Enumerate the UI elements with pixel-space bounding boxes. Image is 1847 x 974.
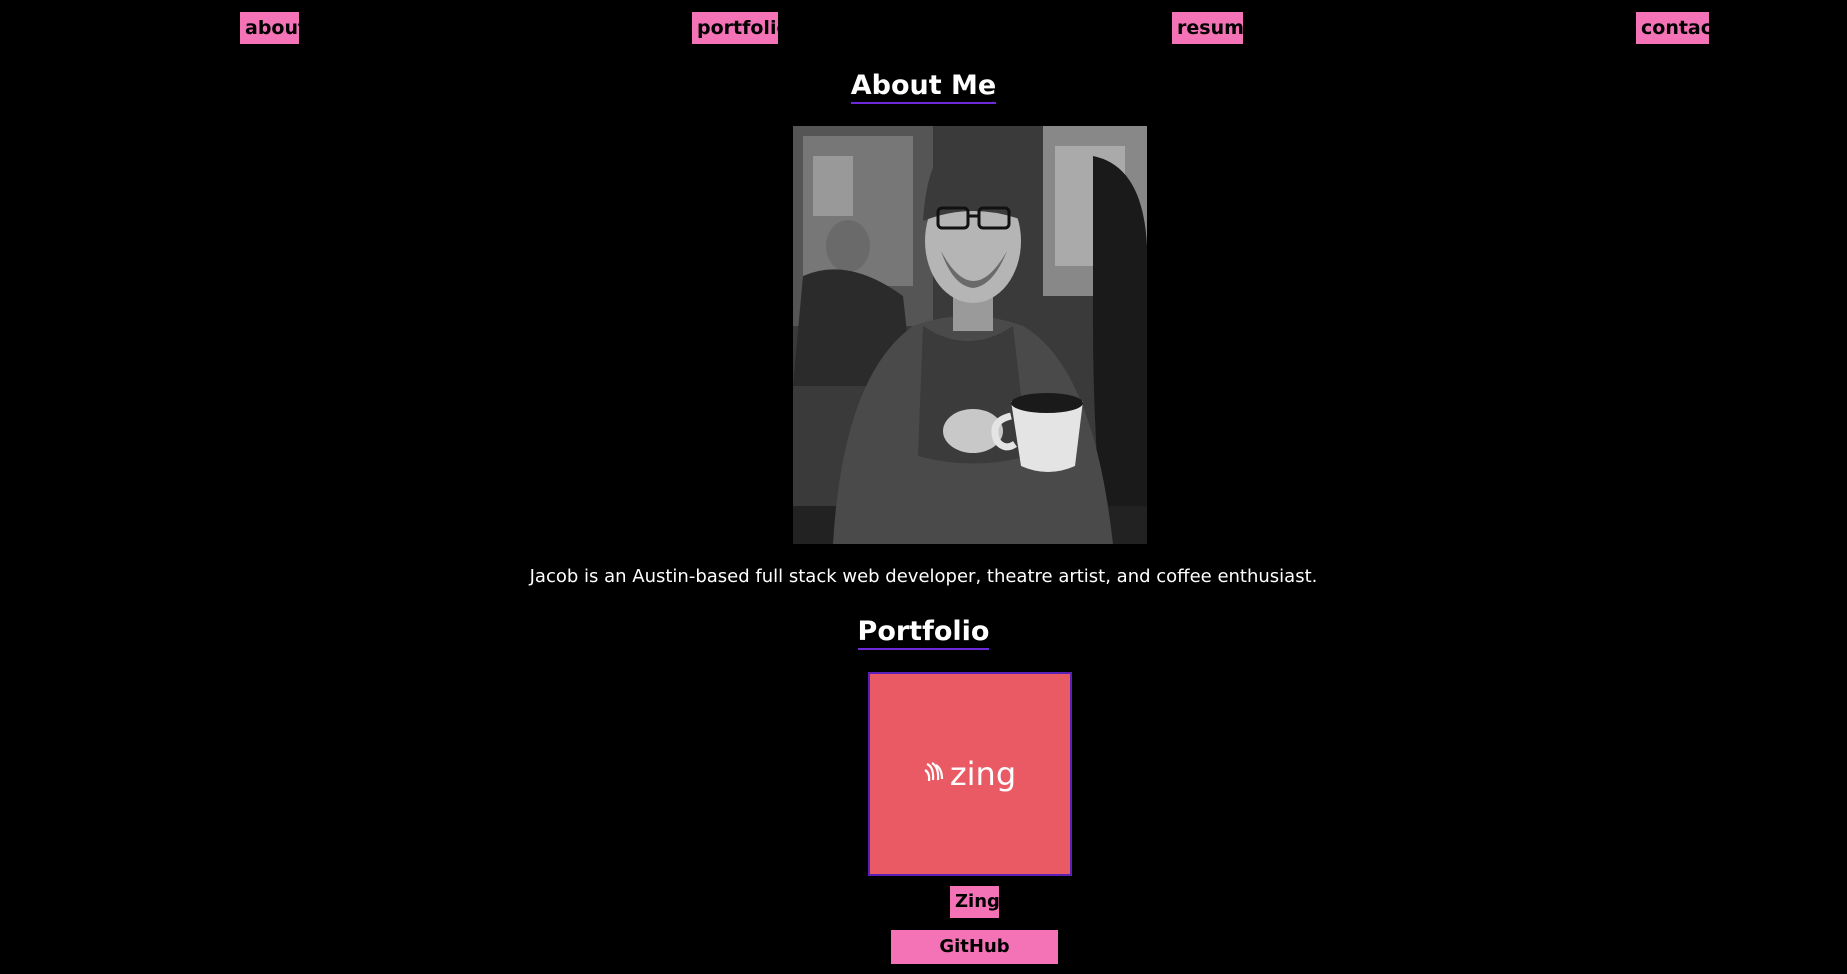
nav-portfolio-link[interactable]: portfolio	[692, 12, 790, 44]
about-section: About Me	[0, 70, 1847, 104]
top-nav: about portfolio resume contact	[0, 12, 1847, 46]
about-heading: About Me	[850, 70, 997, 104]
nav-about-link[interactable]: about	[240, 12, 307, 44]
zing-logo-icon	[924, 761, 944, 788]
project-thumbnail-text: zing	[949, 755, 1017, 793]
project-thumbnail[interactable]: zing	[868, 672, 1072, 876]
page: about portfolio resume contact About Me	[0, 0, 1847, 974]
about-bio: Jacob is an Austin-based full stack web …	[529, 566, 1318, 587]
zing-logo: zing	[924, 758, 1016, 790]
profile-photo	[793, 126, 1147, 544]
nav-contact-link[interactable]: contact	[1636, 12, 1721, 44]
github-repository-link[interactable]: GitHub Repository	[891, 930, 1058, 974]
portfolio-heading: Portfolio	[857, 616, 990, 650]
project-title[interactable]: Zing	[950, 886, 1000, 918]
nav-resume-link[interactable]: resume	[1172, 12, 1257, 44]
portfolio-section: Portfolio	[0, 616, 1847, 650]
